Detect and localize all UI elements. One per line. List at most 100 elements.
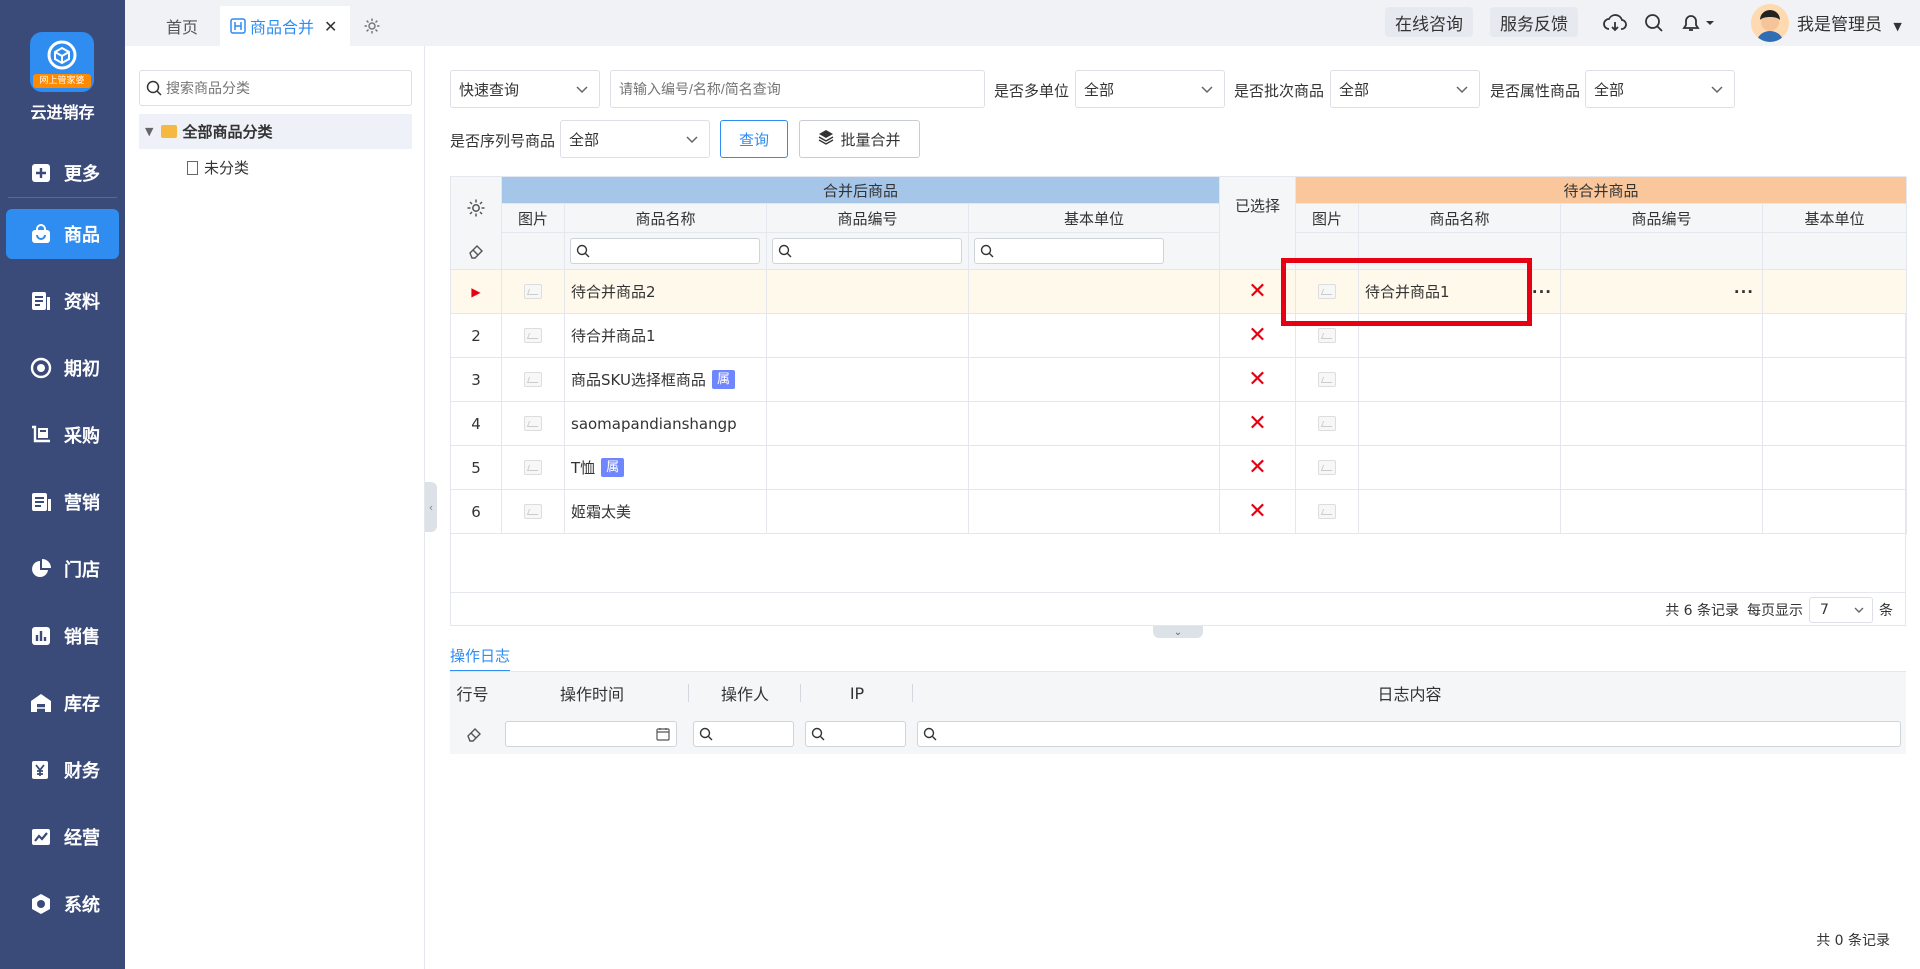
batch-goods-select[interactable]: 全部 [1330,70,1480,108]
image-cell[interactable] [1296,490,1359,534]
runit-cell[interactable] [1763,314,1907,358]
category-search-input[interactable] [166,80,386,96]
pending-goods-name-cell[interactable] [1359,490,1561,534]
sidebar-item-finance[interactable]: 财务 [6,745,119,795]
category-tree-root[interactable]: ▼ 全部商品分类 [139,114,412,149]
attr-goods-select[interactable]: 全部 [1585,70,1735,108]
code-cell[interactable] [767,446,969,490]
image-cell[interactable] [502,358,565,402]
image-cell[interactable] [1296,358,1359,402]
image-cell[interactable] [502,402,565,446]
filter-name-input[interactable] [570,238,760,264]
filter-unit-input[interactable] [974,238,1164,264]
unit-cell[interactable] [969,314,1220,358]
pending-goods-name-cell[interactable] [1359,402,1561,446]
multi-unit-select[interactable]: 全部 [1075,70,1225,108]
sidebar-item-inventory[interactable]: 库存 [6,678,119,728]
goods-name-cell[interactable]: 待合并商品1 [565,314,767,358]
sidebar-item-purchase[interactable]: 采购 [6,410,119,460]
sidebar-item-store[interactable]: 门店 [6,544,119,594]
split-collapse-handle[interactable]: ⌄ [1153,626,1203,638]
sidebar-item-more[interactable]: 更多 [6,148,119,198]
tab-goods-merge[interactable]: 商品合并 ✕ [220,6,350,46]
online-consult-button[interactable]: 在线咨询 [1385,7,1473,37]
eraser-icon[interactable] [465,725,483,743]
pending-goods-name-cell[interactable] [1359,446,1561,490]
quick-query-select[interactable]: 快速查询 [450,70,600,108]
selected-cell[interactable]: ✕ [1220,402,1296,446]
selected-cell[interactable]: ✕ [1220,358,1296,402]
log-content-filter-input[interactable] [917,721,1901,747]
selected-cell[interactable]: ✕ [1220,490,1296,534]
feedback-button[interactable]: 服务反馈 [1490,7,1578,37]
image-cell[interactable] [1296,446,1359,490]
goods-name-cell[interactable]: saomapandianshangp [565,402,767,446]
pending-goods-code-cell[interactable] [1561,358,1763,402]
image-cell[interactable] [502,446,565,490]
collapse-panel-handle[interactable]: ‹ [425,482,437,532]
unit-cell[interactable] [969,270,1220,314]
code-cell[interactable] [767,490,969,534]
selected-cell[interactable]: ✕ [1220,446,1296,490]
sidebar-item-marketing[interactable]: 营销 [6,477,119,527]
image-cell[interactable] [502,270,565,314]
code-cell[interactable] [767,270,969,314]
remove-x-icon[interactable]: ✕ [1248,323,1266,348]
gear-icon[interactable] [466,198,486,218]
unit-cell[interactable] [969,402,1220,446]
pending-goods-name-cell[interactable] [1359,358,1561,402]
runit-cell[interactable] [1763,402,1907,446]
user-menu[interactable]: 我是管理员 ▼ [1797,10,1902,35]
unit-cell[interactable] [969,358,1220,402]
more-options-icon[interactable]: ··· [1532,283,1552,301]
goods-name-cell[interactable]: 姬霜太美 [565,490,767,534]
filter-code-input[interactable] [772,238,962,264]
pending-goods-code-cell[interactable] [1561,490,1763,534]
pending-goods-code-cell[interactable] [1561,314,1763,358]
query-button[interactable]: 查询 [720,120,788,158]
keyword-search-input[interactable] [610,70,985,108]
log-operator-filter-input[interactable] [693,721,794,747]
runit-cell[interactable] [1763,358,1907,402]
eraser-icon[interactable] [467,242,485,260]
remove-x-icon[interactable]: ✕ [1248,279,1266,304]
log-time-filter-input[interactable] [505,721,677,747]
sidebar-item-operation[interactable]: 经营 [6,812,119,862]
remove-x-icon[interactable]: ✕ [1248,455,1266,480]
goods-name-cell[interactable]: 待合并商品2 [565,270,767,314]
remove-x-icon[interactable]: ✕ [1248,411,1266,436]
search-icon[interactable] [1641,10,1667,36]
tab-home[interactable]: 首页 [147,6,217,46]
goods-name-cell[interactable]: 商品SKU选择框商品属 [565,358,767,402]
unit-cell[interactable] [969,490,1220,534]
pending-goods-code-cell[interactable]: ··· [1561,270,1763,314]
log-ip-filter-input[interactable] [805,721,906,747]
runit-cell[interactable] [1763,490,1907,534]
serial-goods-select[interactable]: 全部 [560,120,710,158]
unit-cell[interactable] [969,446,1220,490]
pending-goods-code-cell[interactable] [1561,446,1763,490]
image-cell[interactable] [502,314,565,358]
tab-settings-gear-icon[interactable] [357,6,387,46]
expand-caret-icon[interactable]: ▼ [145,125,153,138]
runit-cell[interactable] [1763,270,1907,314]
image-cell[interactable] [502,490,565,534]
sidebar-item-sales[interactable]: 销售 [6,611,119,661]
close-tab-icon[interactable]: ✕ [324,17,337,36]
category-tree-item-uncategorized[interactable]: 未分类 [187,157,249,178]
sidebar-item-data[interactable]: 资料 [6,276,119,326]
tab-operation-log[interactable]: 操作日志 [450,640,511,672]
more-options-icon[interactable]: ··· [1734,283,1754,301]
remove-x-icon[interactable]: ✕ [1248,499,1266,524]
sidebar-item-initial[interactable]: 期初 [6,343,119,393]
page-size-select[interactable]: 7 [1809,596,1873,623]
remove-x-icon[interactable]: ✕ [1248,367,1266,392]
code-cell[interactable] [767,402,969,446]
cloud-download-icon[interactable] [1602,10,1628,36]
bell-icon[interactable] [1678,10,1718,36]
sidebar-item-system[interactable]: 系统 [6,879,119,929]
category-search-box[interactable] [139,70,412,106]
code-cell[interactable] [767,314,969,358]
runit-cell[interactable] [1763,446,1907,490]
goods-name-cell[interactable]: T恤属 [565,446,767,490]
